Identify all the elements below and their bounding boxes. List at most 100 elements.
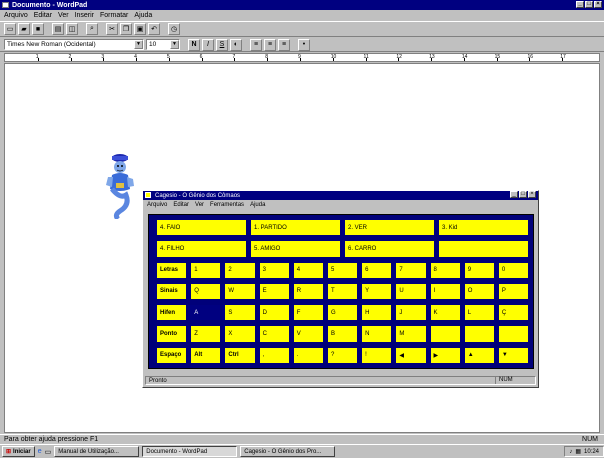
key-cell[interactable]: T — [324, 283, 358, 300]
volume-icon[interactable]: ♪ — [569, 449, 572, 455]
taskbar-item-manual[interactable]: Manual de Utilização... — [54, 446, 140, 457]
quicklaunch-desktop-icon[interactable]: ▭ — [45, 448, 52, 456]
key-cell[interactable]: Alt — [188, 347, 221, 363]
print-preview-icon[interactable]: ◫ — [66, 23, 78, 35]
close-button[interactable]: × — [528, 191, 536, 198]
chevron-down-icon[interactable]: ▼ — [170, 40, 179, 49]
key-cell[interactable]: P — [495, 283, 529, 300]
font-size-select[interactable]: 10 ▼ — [146, 39, 180, 50]
maximize-button[interactable]: □ — [585, 1, 593, 8]
key-cell[interactable]: I — [427, 283, 460, 300]
row-header-cell[interactable]: Ponto — [154, 326, 187, 342]
genie-menu-arquivo[interactable]: Arquivo — [147, 202, 167, 208]
key-cell[interactable]: Y — [359, 283, 392, 300]
key-cell[interactable]: ! — [359, 347, 392, 363]
key-cell[interactable]: J — [393, 305, 426, 321]
bullets-icon[interactable]: • — [298, 38, 310, 51]
key-cell[interactable]: 5 — [324, 262, 358, 278]
new-doc-icon[interactable]: ▭ — [4, 23, 16, 35]
phrase-cell[interactable]: 4. FAIO — [154, 220, 246, 236]
align-center-icon[interactable]: ≡ — [264, 38, 276, 51]
key-cell[interactable]: H — [359, 305, 392, 321]
minimize-button[interactable]: _ — [576, 1, 584, 8]
phrase-cell[interactable]: 4. FILHO — [154, 241, 246, 257]
bold-icon[interactable]: N — [188, 38, 200, 51]
key-cell[interactable]: E — [256, 283, 289, 300]
key-cell[interactable]: 7 — [393, 262, 426, 278]
menu-arquivo[interactable]: Arquivo — [4, 12, 28, 19]
arrow-up-key[interactable]: ▲ — [461, 347, 494, 363]
key-cell[interactable]: . — [290, 347, 323, 363]
close-button[interactable]: × — [594, 1, 602, 8]
key-cell[interactable]: , — [256, 347, 289, 363]
underline-icon[interactable]: S — [216, 38, 228, 51]
key-cell[interactable]: ? — [324, 347, 358, 363]
phrase-cell[interactable]: 6. CARRO — [342, 241, 434, 257]
key-cell[interactable]: Ctrl — [222, 347, 255, 363]
undo-icon[interactable]: ↶ — [148, 23, 160, 35]
menu-inserir[interactable]: Inserir — [75, 12, 94, 19]
align-left-icon[interactable]: ≡ — [250, 38, 262, 51]
taskbar-item-wordpad[interactable]: Documento - WordPad — [142, 446, 238, 457]
save-disk-icon[interactable]: ■ — [32, 23, 44, 35]
key-cell[interactable]: 1 — [188, 262, 221, 278]
key-cell[interactable] — [495, 326, 529, 342]
key-cell[interactable]: Z — [188, 326, 221, 342]
align-right-icon[interactable]: ≡ — [278, 38, 290, 51]
key-cell[interactable]: G — [324, 305, 358, 321]
key-cell[interactable]: X — [222, 326, 255, 342]
print-icon[interactable]: ▤ — [52, 23, 64, 35]
key-cell[interactable]: 8 — [427, 262, 460, 278]
genie-menu-ajuda[interactable]: Ajuda — [250, 202, 265, 208]
key-cell[interactable]: C — [256, 326, 289, 342]
key-cell[interactable]: U — [393, 283, 426, 300]
arrow-right-key[interactable]: ▶ — [427, 347, 460, 363]
key-cell[interactable]: 4 — [290, 262, 323, 278]
key-cell[interactable]: 9 — [461, 262, 494, 278]
key-cell[interactable]: Q — [188, 283, 221, 300]
menu-editar[interactable]: Editar — [34, 12, 52, 19]
arrow-left-key[interactable]: ◀ — [393, 347, 426, 363]
key-cell[interactable]: S — [222, 305, 255, 321]
phrase-cell[interactable]: 3. Kid — [436, 220, 528, 236]
key-cell[interactable]: 3 — [256, 262, 289, 278]
key-cell[interactable]: N — [359, 326, 392, 342]
menu-formatar[interactable]: Formatar — [100, 12, 128, 19]
italic-icon[interactable]: I — [202, 38, 214, 51]
genie-menu-ver[interactable]: Ver — [195, 202, 204, 208]
row-header-cell[interactable]: Sinais — [154, 283, 187, 300]
key-cell[interactable] — [427, 326, 460, 342]
key-cell[interactable]: M — [393, 326, 426, 342]
network-icon[interactable]: ▦ — [575, 448, 581, 455]
arrow-down-key[interactable]: ▼ — [495, 347, 529, 363]
key-cell[interactable]: F — [290, 305, 323, 321]
paste-icon[interactable]: ▣ — [134, 23, 146, 35]
key-cell[interactable] — [461, 326, 494, 342]
key-cell[interactable]: V — [290, 326, 323, 342]
taskbar-item-genie[interactable]: Cagesio - O Gênio dos Pro... — [240, 446, 336, 457]
find-icon[interactable]: ⌕ — [86, 23, 98, 35]
chevron-down-icon[interactable]: ▼ — [134, 40, 143, 49]
menu-ajuda[interactable]: Ajuda — [134, 12, 152, 19]
genie-menu-editar[interactable]: Editar — [173, 202, 189, 208]
row-header-cell[interactable]: Hifen — [154, 305, 187, 321]
key-cell[interactable]: K — [427, 305, 460, 321]
minimize-button[interactable]: _ — [510, 191, 518, 198]
key-cell[interactable]: W — [222, 283, 255, 300]
date-time-icon[interactable]: ◷ — [168, 23, 180, 35]
row-header-cell[interactable]: Letras — [154, 262, 187, 278]
start-button[interactable]: ⊞ Iniciar — [2, 446, 35, 457]
copy-icon[interactable]: ❐ — [120, 23, 132, 35]
key-cell-selected[interactable]: A — [188, 305, 221, 321]
cut-icon[interactable]: ✂ — [106, 23, 118, 35]
phrase-cell[interactable]: 5. AMIGO — [248, 241, 340, 257]
phrase-cell[interactable]: 2. VER — [342, 220, 434, 236]
ruler[interactable]: 1 2 3 4 5 6 7 8 9 10 11 12 13 14 15 16 17 — [4, 53, 600, 62]
key-cell[interactable]: 0 — [495, 262, 529, 278]
key-cell[interactable]: D — [256, 305, 289, 321]
key-cell[interactable]: 6 — [359, 262, 392, 278]
maximize-button[interactable]: □ — [519, 191, 527, 198]
key-cell[interactable]: Ç — [495, 305, 529, 321]
color-icon[interactable]: ◐ — [230, 38, 242, 51]
genie-menu-ferramentas[interactable]: Ferramentas — [210, 202, 244, 208]
